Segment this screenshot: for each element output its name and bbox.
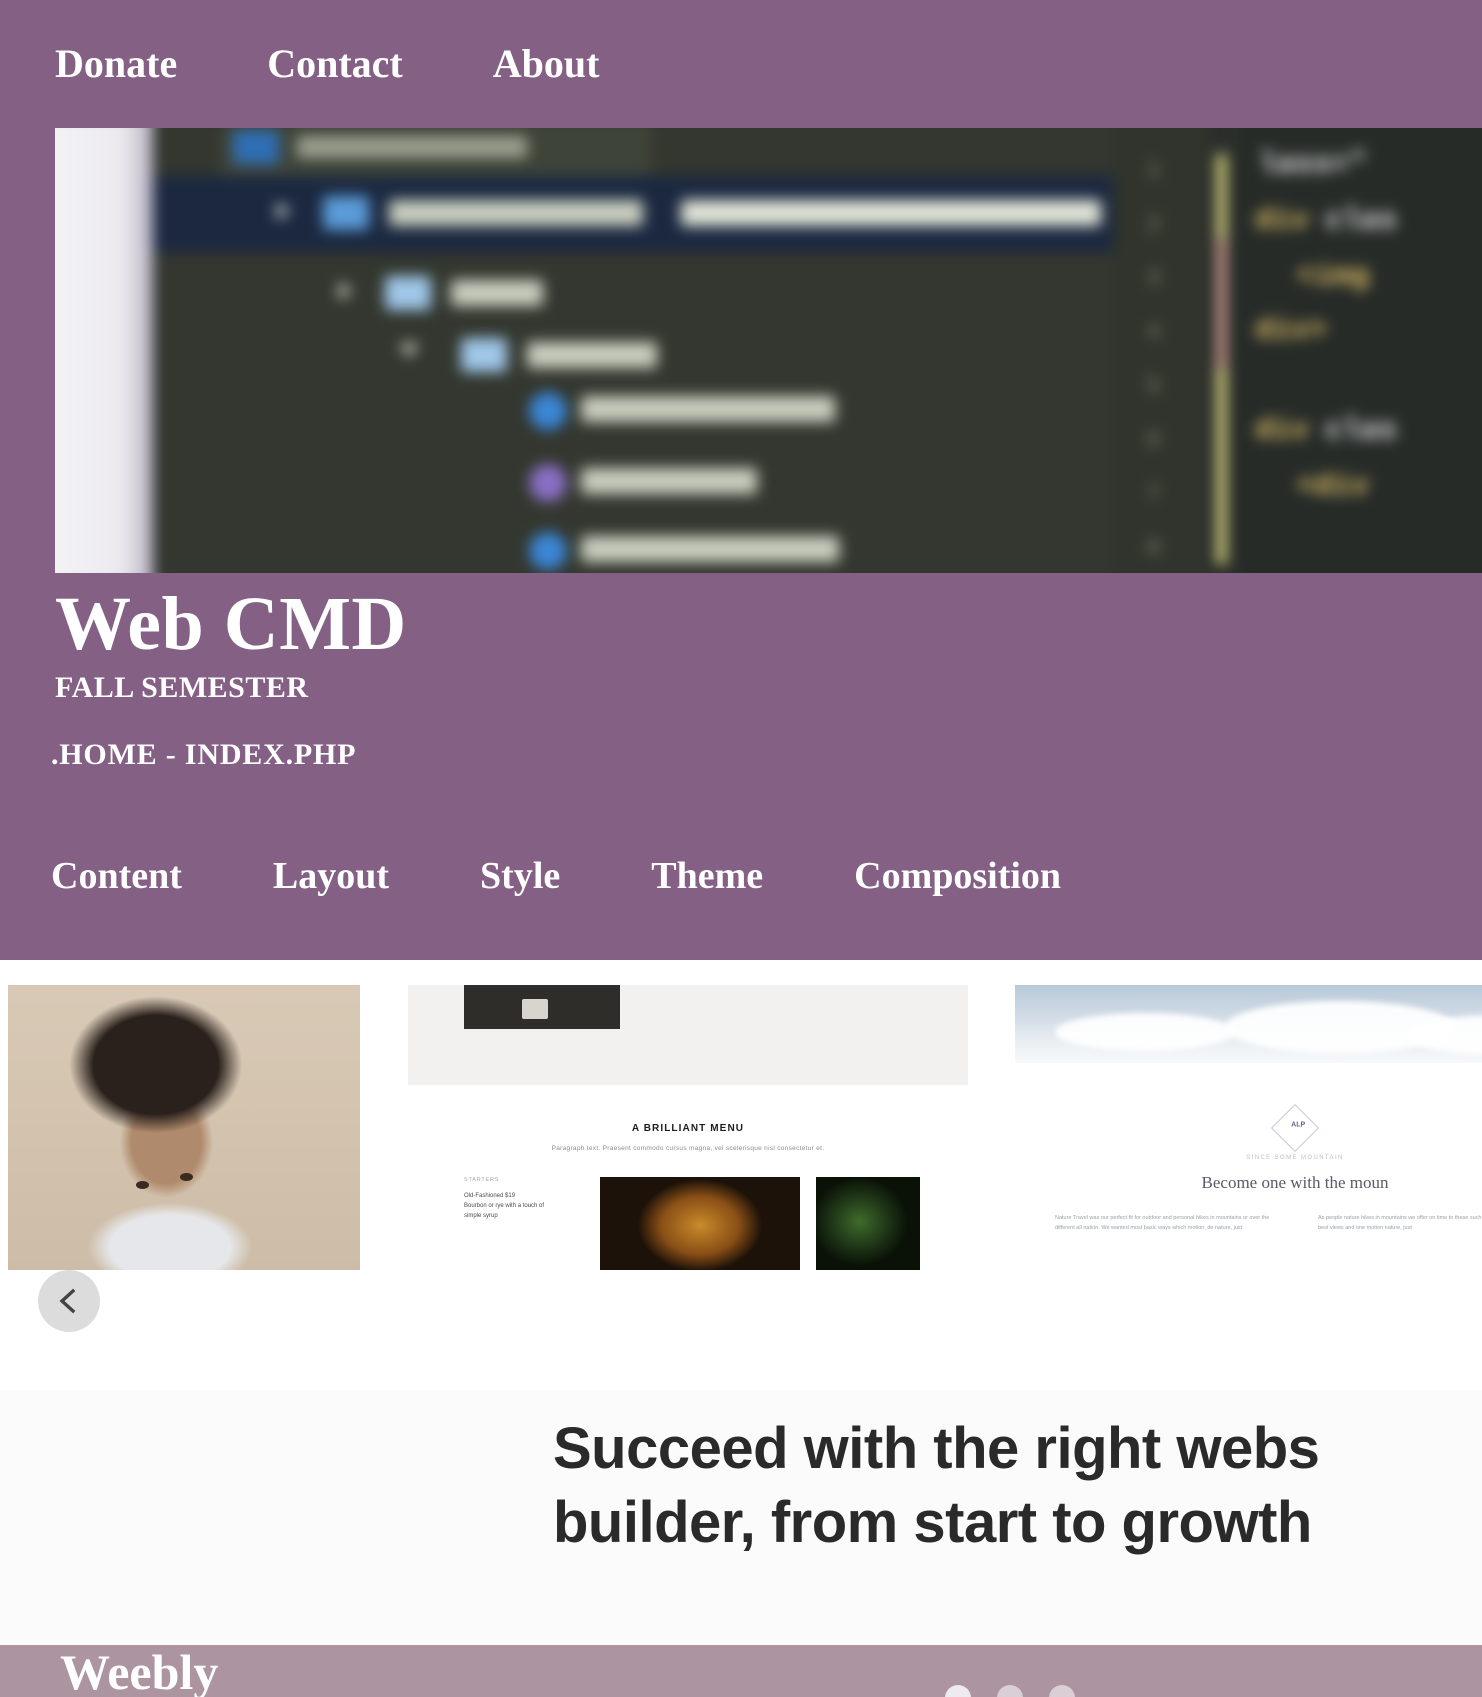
mountain-text-columns: Nature Travel was our perfect fit for ou… <box>1055 1213 1482 1234</box>
carousel-slide-mountain[interactable]: ALP SINCE SOME MOUNTAIN Become one with … <box>1015 985 1482 1270</box>
ide-node-label <box>527 342 657 368</box>
portrait-eye <box>136 1181 149 1189</box>
topnav-item-donate[interactable]: Donate <box>55 44 177 84</box>
subnav-item-theme[interactable]: Theme <box>651 857 763 895</box>
promo-banner: Succeed with the right webs builder, fro… <box>0 1390 1482 1645</box>
mountain-body: ALP SINCE SOME MOUNTAIN Become one with … <box>1015 1063 1482 1270</box>
page-title: Web CMD <box>55 582 407 666</box>
ide-code-pane: lass=" div clas <img div> div clas <div <box>1241 128 1482 573</box>
subnav-item-content[interactable]: Content <box>51 857 182 895</box>
carousel-dot[interactable] <box>945 1685 971 1697</box>
menu-column-label: STARTERS <box>464 1177 500 1183</box>
promo-headline-line1: Succeed with the right webs <box>553 1416 1320 1481</box>
diamond-logo-text: ALP <box>1291 1121 1306 1129</box>
breadcrumb: .HOME - INDEX.PHP <box>51 738 357 771</box>
ide-class-icon <box>529 532 567 570</box>
portrait-eye <box>180 1173 193 1181</box>
mountain-column-text: Nature Travel was our perfect fit for ou… <box>1055 1215 1270 1232</box>
section-navigation: Content Layout Style Theme Composition <box>51 845 1061 907</box>
ide-node-label <box>451 280 543 306</box>
promo-headline: Succeed with the right webs builder, fro… <box>553 1412 1482 1560</box>
page-root: Donate Contact About 1 2 3 4 5 6 7 8 las… <box>0 0 1482 1697</box>
chevron-left-icon <box>59 1288 76 1314</box>
carousel-dot[interactable] <box>997 1685 1023 1697</box>
promo-headline-line2: builder, from start to growth <box>553 1490 1312 1556</box>
ide-folder-icon <box>461 338 507 372</box>
cloud-shape <box>1055 1013 1235 1051</box>
diamond-logo-icon: ALP <box>1270 1103 1320 1153</box>
ide-node-label <box>581 396 835 422</box>
ide-tab-title <box>297 136 527 158</box>
mountain-sky-photo <box>1015 985 1482 1063</box>
ide-tab-icon <box>233 130 279 164</box>
page-subtitle: FALL SEMESTER <box>55 670 309 704</box>
restaurant-header-strip <box>408 985 968 1085</box>
ide-node-label <box>389 200 643 226</box>
carousel-slide-portrait[interactable] <box>8 985 360 1270</box>
restaurant-body: A BRILLIANT MENU Paragraph text. Praesen… <box>408 1085 968 1270</box>
ide-folder-icon <box>323 196 369 230</box>
mountain-heading: Become one with the moun <box>1201 1173 1389 1192</box>
subnav-item-style[interactable]: Style <box>480 857 560 895</box>
mountain-column-text: As people nature hikes in mountains we o… <box>1318 1215 1482 1232</box>
restaurant-menu-column: STARTERS Old-Fashioned $19 Bourbon or ry… <box>464 1177 584 1222</box>
ide-disclosure-arrow <box>399 344 419 357</box>
subnav-item-composition[interactable]: Composition <box>854 857 1061 895</box>
title-block: Web CMD FALL SEMESTER <box>55 582 407 705</box>
portrait-photo <box>8 985 360 1270</box>
menu-item-name: Old-Fashioned $19 <box>464 1193 516 1199</box>
banner-blur-layer: 1 2 3 4 5 6 7 8 lass=" div clas <img div… <box>55 128 1482 573</box>
ide-class-icon <box>529 464 567 502</box>
ide-class-icon <box>529 392 567 430</box>
restaurant-hero-photo <box>464 985 620 1029</box>
restaurant-paragraph: Paragraph text. Praesent commodo cursus … <box>551 1145 825 1152</box>
ide-line-number-gutter: 1 2 3 4 5 6 7 8 <box>1113 128 1209 573</box>
restaurant-heading: A BRILLIANT MENU <box>631 1123 745 1134</box>
ide-node-label <box>581 468 757 494</box>
topnav-item-about[interactable]: About <box>493 44 600 84</box>
mountain-eyebrow: SINCE SOME MOUNTAIN <box>1246 1155 1344 1161</box>
subnav-item-layout[interactable]: Layout <box>273 857 389 895</box>
ide-folder-icon <box>385 276 431 310</box>
ide-disclosure-arrow <box>339 282 352 300</box>
bottom-bar: Weebly <box>0 1645 1482 1697</box>
carousel-pagination <box>945 1685 1075 1697</box>
menu-item-desc: Bourbon or rye with a touch of <box>464 1203 545 1210</box>
header-banner-image: 1 2 3 4 5 6 7 8 lass=" div clas <img div… <box>55 128 1482 573</box>
ide-node-path <box>681 200 1101 226</box>
carousel-slide-restaurant[interactable]: A BRILLIANT MENU Paragraph text. Praesen… <box>408 985 968 1270</box>
carousel-track: A BRILLIANT MENU Paragraph text. Praesen… <box>0 985 1482 1270</box>
ide-left-panel <box>55 128 153 573</box>
ide-code-fold-ruler <box>1217 154 1226 564</box>
carousel-prev-button[interactable] <box>38 1270 100 1332</box>
brand-name: Weebly <box>60 1644 219 1697</box>
site-header: Donate Contact About 1 2 3 4 5 6 7 8 las… <box>0 0 1482 960</box>
topnav-item-contact[interactable]: Contact <box>267 44 403 84</box>
carousel-dot[interactable] <box>1049 1685 1075 1697</box>
top-navigation: Donate Contact About <box>55 0 599 128</box>
ide-disclosure-arrow <box>277 202 290 220</box>
restaurant-herb-photo <box>816 1177 920 1270</box>
menu-item-desc: simple syrup <box>464 1213 498 1220</box>
ide-node-label <box>581 536 839 562</box>
restaurant-dish-photo <box>600 1177 800 1270</box>
